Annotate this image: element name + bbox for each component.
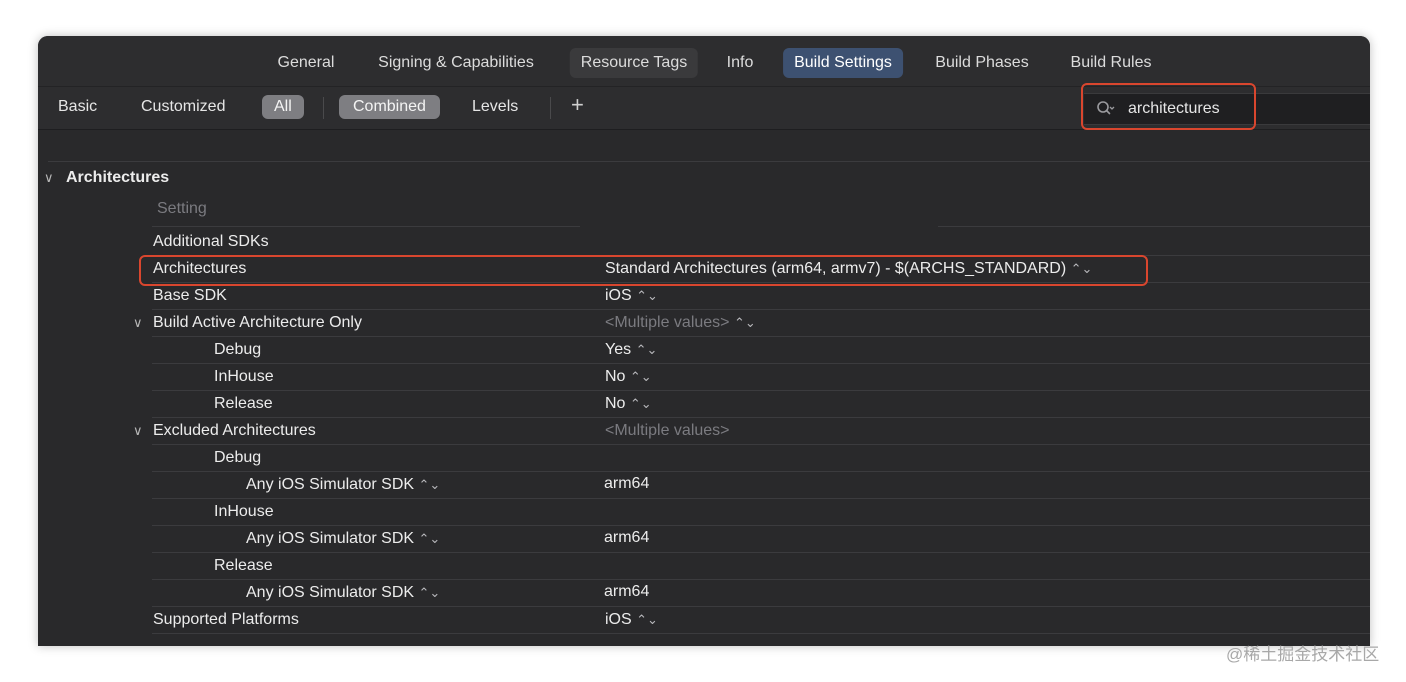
row-divider	[152, 282, 1370, 283]
stepper-icon[interactable]: ⌃⌄	[630, 396, 652, 411]
tab-general[interactable]: General	[267, 48, 346, 78]
stepper-icon[interactable]: ⌃⌄	[1071, 261, 1093, 276]
setting-value[interactable]: <Multiple values>	[605, 421, 730, 441]
filter-basic-button[interactable]: Basic	[58, 95, 97, 119]
setting-label: Excluded Architectures	[153, 422, 316, 439]
setting-value[interactable]: No ⌃⌄	[605, 394, 652, 414]
section-divider	[48, 161, 1370, 162]
setting-label: Any iOS Simulator SDK ⌃⌄	[246, 476, 441, 493]
stepper-icon[interactable]: ⌃⌄	[419, 477, 441, 492]
row-divider	[152, 606, 1370, 607]
stepper-icon[interactable]: ⌃⌄	[636, 612, 658, 627]
build-settings-filter-bar: Basic Customized All Combined Levels + a…	[38, 86, 1370, 130]
row-divider	[152, 363, 1370, 364]
filter-customized-button[interactable]: Customized	[141, 95, 225, 119]
disclosure-chevron-icon[interactable]: ∨	[133, 313, 143, 333]
setting-label: Debug	[214, 341, 262, 358]
tab-build-settings[interactable]: Build Settings	[783, 48, 903, 78]
setting-label: Debug	[214, 449, 262, 466]
row-divider	[152, 390, 1370, 391]
setting-label: InHouse	[214, 368, 274, 385]
stepper-icon[interactable]: ⌃⌄	[734, 315, 756, 330]
header-underline	[938, 226, 1370, 227]
setting-label: Release	[214, 557, 273, 574]
row-divider	[152, 552, 1370, 553]
row-divider	[152, 309, 1370, 310]
row-divider	[152, 525, 1370, 526]
setting-label: Supported Platforms	[153, 611, 299, 628]
tab-build-phases[interactable]: Build Phases	[924, 48, 1039, 78]
add-setting-icon[interactable]: +	[571, 92, 584, 118]
setting-label: Any iOS Simulator SDK ⌃⌄	[246, 584, 441, 601]
tab-signing-capabilities[interactable]: Signing & Capabilities	[367, 48, 545, 78]
row-divider	[152, 633, 1370, 634]
setting-value[interactable]: <Multiple values> ⌃⌄	[605, 313, 756, 333]
setting-value[interactable]: iOS ⌃⌄	[605, 610, 658, 630]
row-divider	[152, 444, 1370, 445]
setting-value[interactable]: arm64	[604, 474, 649, 494]
setting-value[interactable]: Yes ⌃⌄	[605, 340, 657, 360]
header-underline	[152, 226, 580, 227]
filter-combined-button[interactable]: Combined	[339, 95, 440, 119]
disclosure-chevron-icon[interactable]: ∨	[133, 421, 143, 441]
stepper-icon[interactable]: ⌃⌄	[419, 585, 441, 600]
search-input[interactable]: architectures	[1128, 94, 1220, 124]
stepper-icon[interactable]: ⌃⌄	[630, 369, 652, 384]
setting-label: Additional SDKs	[153, 233, 269, 250]
filter-divider	[323, 97, 324, 119]
filter-divider	[550, 97, 551, 119]
tab-build-rules[interactable]: Build Rules	[1060, 48, 1163, 78]
row-divider	[152, 471, 1370, 472]
row-divider	[152, 255, 1370, 256]
stepper-icon[interactable]: ⌃⌄	[419, 531, 441, 546]
row-divider	[152, 579, 1370, 580]
filter-levels-button[interactable]: Levels	[472, 95, 518, 119]
filter-all-button[interactable]: All	[262, 95, 304, 119]
search-field[interactable]: architectures	[1084, 93, 1370, 125]
setting-label: InHouse	[214, 503, 274, 520]
editor-tab-bar: General Signing & Capabilities Resource …	[38, 36, 1370, 86]
tab-resource-tags[interactable]: Resource Tags	[569, 48, 699, 78]
setting-value[interactable]: No ⌃⌄	[605, 367, 652, 387]
build-settings-window: General Signing & Capabilities Resource …	[38, 36, 1370, 646]
setting-column-header[interactable]: Setting	[157, 199, 207, 219]
row-divider	[152, 498, 1370, 499]
setting-label: Architectures	[153, 260, 247, 277]
setting-value[interactable]: arm64	[604, 582, 649, 602]
setting-label: Base SDK	[153, 287, 227, 304]
search-icon	[1097, 101, 1115, 115]
setting-label: Build Active Architecture Only	[153, 314, 362, 331]
row-divider	[152, 336, 1370, 337]
stepper-icon[interactable]: ⌃⌄	[636, 342, 658, 357]
setting-value[interactable]: Standard Architectures (arm64, armv7) - …	[605, 259, 1092, 279]
section-title[interactable]: Architectures	[66, 168, 169, 188]
setting-value[interactable]: arm64	[604, 528, 649, 548]
setting-label: Release	[214, 395, 273, 412]
row-divider	[152, 417, 1370, 418]
stepper-icon[interactable]: ⌃⌄	[636, 288, 658, 303]
section-chevron-icon[interactable]: ∨	[44, 168, 54, 188]
setting-label: Any iOS Simulator SDK ⌃⌄	[246, 530, 441, 547]
tab-info[interactable]: Info	[716, 48, 765, 78]
watermark: @稀土掘金技术社区	[1226, 645, 1380, 664]
setting-value[interactable]: iOS ⌃⌄	[605, 286, 658, 306]
